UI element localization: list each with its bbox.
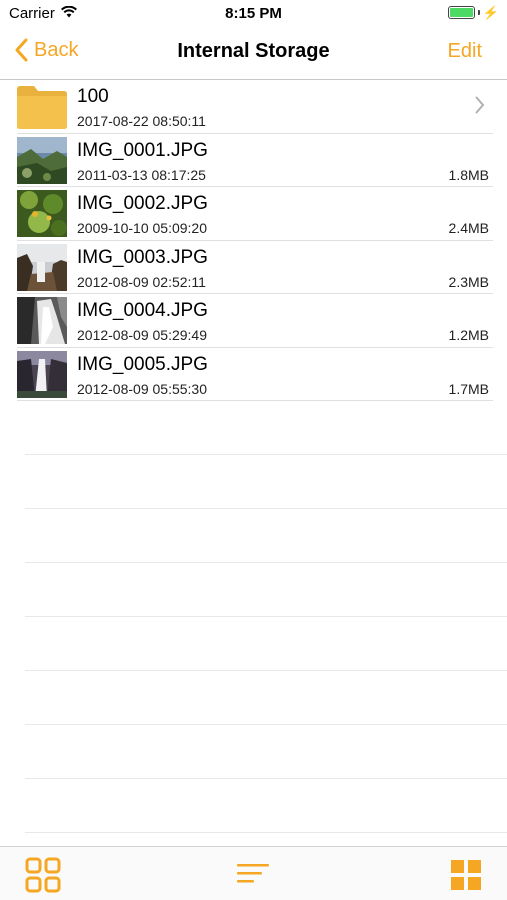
image-thumbnail: [17, 297, 67, 344]
file-date: 2011-03-13 08:17:25: [77, 166, 206, 183]
file-date: 2012-08-09 05:29:49: [77, 327, 207, 343]
grid-filled-icon[interactable]: [451, 860, 481, 895]
image-thumbnail: [17, 350, 67, 398]
back-label: Back: [34, 38, 79, 61]
list-item-image[interactable]: IMG_0001.JPG 2011-03-13 08:17:25 1.8MB: [17, 134, 493, 187]
image-thumbnail: [17, 190, 67, 237]
file-date: 2012-08-09 05:55:30: [77, 380, 207, 397]
list-item-image[interactable]: IMG_0002.JPG 2009-10-10 05:09:20 2.4MB: [17, 187, 493, 241]
folder-icon: [17, 86, 67, 129]
list-item-image[interactable]: IMG_0004.JPG 2012-08-09 05:29:49 1.2MB: [17, 294, 493, 348]
list-item-image[interactable]: IMG_0003.JPG 2012-08-09 02:52:11 2.3MB: [17, 241, 493, 294]
empty-row-separator: [25, 509, 507, 563]
file-date: 2009-10-10 05:09:20: [77, 220, 207, 236]
chevron-right-icon: [475, 96, 485, 114]
file-size: 1.8MB: [448, 166, 489, 183]
image-thumbnail: [17, 136, 67, 184]
file-name: IMG_0003.JPG: [77, 246, 208, 268]
chevron-left-icon: [15, 38, 28, 62]
edit-button[interactable]: Edit: [448, 40, 482, 63]
file-date: 2012-08-09 02:52:11: [77, 273, 206, 290]
status-bar: Carrier 8:15 PM ⚡: [0, 0, 507, 28]
list-item-image[interactable]: IMG_0005.JPG 2012-08-09 05:55:30 1.7MB: [17, 348, 493, 401]
file-size: 2.4MB: [448, 220, 489, 236]
empty-row-separator: [25, 671, 507, 725]
bottom-toolbar: [0, 846, 507, 900]
file-size: 1.7MB: [448, 380, 489, 397]
list-item-folder[interactable]: 100 2017-08-22 08:50:11: [17, 80, 493, 134]
battery-icon: [447, 6, 475, 19]
file-size: 2.3MB: [448, 273, 489, 290]
empty-row-separator: [25, 779, 507, 833]
file-date: 2017-08-22 08:50:11: [77, 113, 206, 129]
file-name: 100: [77, 86, 109, 107]
file-name: IMG_0001.JPG: [77, 139, 208, 161]
empty-row-separator: [25, 617, 507, 671]
file-name: IMG_0005.JPG: [77, 353, 208, 375]
file-size: 1.2MB: [448, 327, 489, 343]
empty-row-separator: [25, 725, 507, 779]
navigation-bar: Back Internal Storage Edit: [0, 28, 507, 80]
empty-row-separator: [25, 455, 507, 509]
status-right: ⚡: [447, 5, 499, 20]
grid-outline-icon[interactable]: [25, 857, 61, 898]
status-time: 8:15 PM: [225, 5, 282, 22]
file-name: IMG_0004.JPG: [77, 300, 208, 321]
battery-tip: [477, 10, 480, 15]
back-button[interactable]: Back: [14, 38, 78, 62]
image-thumbnail: [17, 243, 67, 291]
charging-bolt-icon: ⚡: [482, 5, 499, 20]
file-name: IMG_0002.JPG: [77, 193, 208, 214]
file-list: 100 2017-08-22 08:50:11 IMG_0001.JPG 201…: [0, 80, 507, 833]
empty-row-separator: [25, 401, 507, 455]
empty-row-separator: [25, 563, 507, 617]
sort-lines-icon[interactable]: [237, 863, 269, 892]
